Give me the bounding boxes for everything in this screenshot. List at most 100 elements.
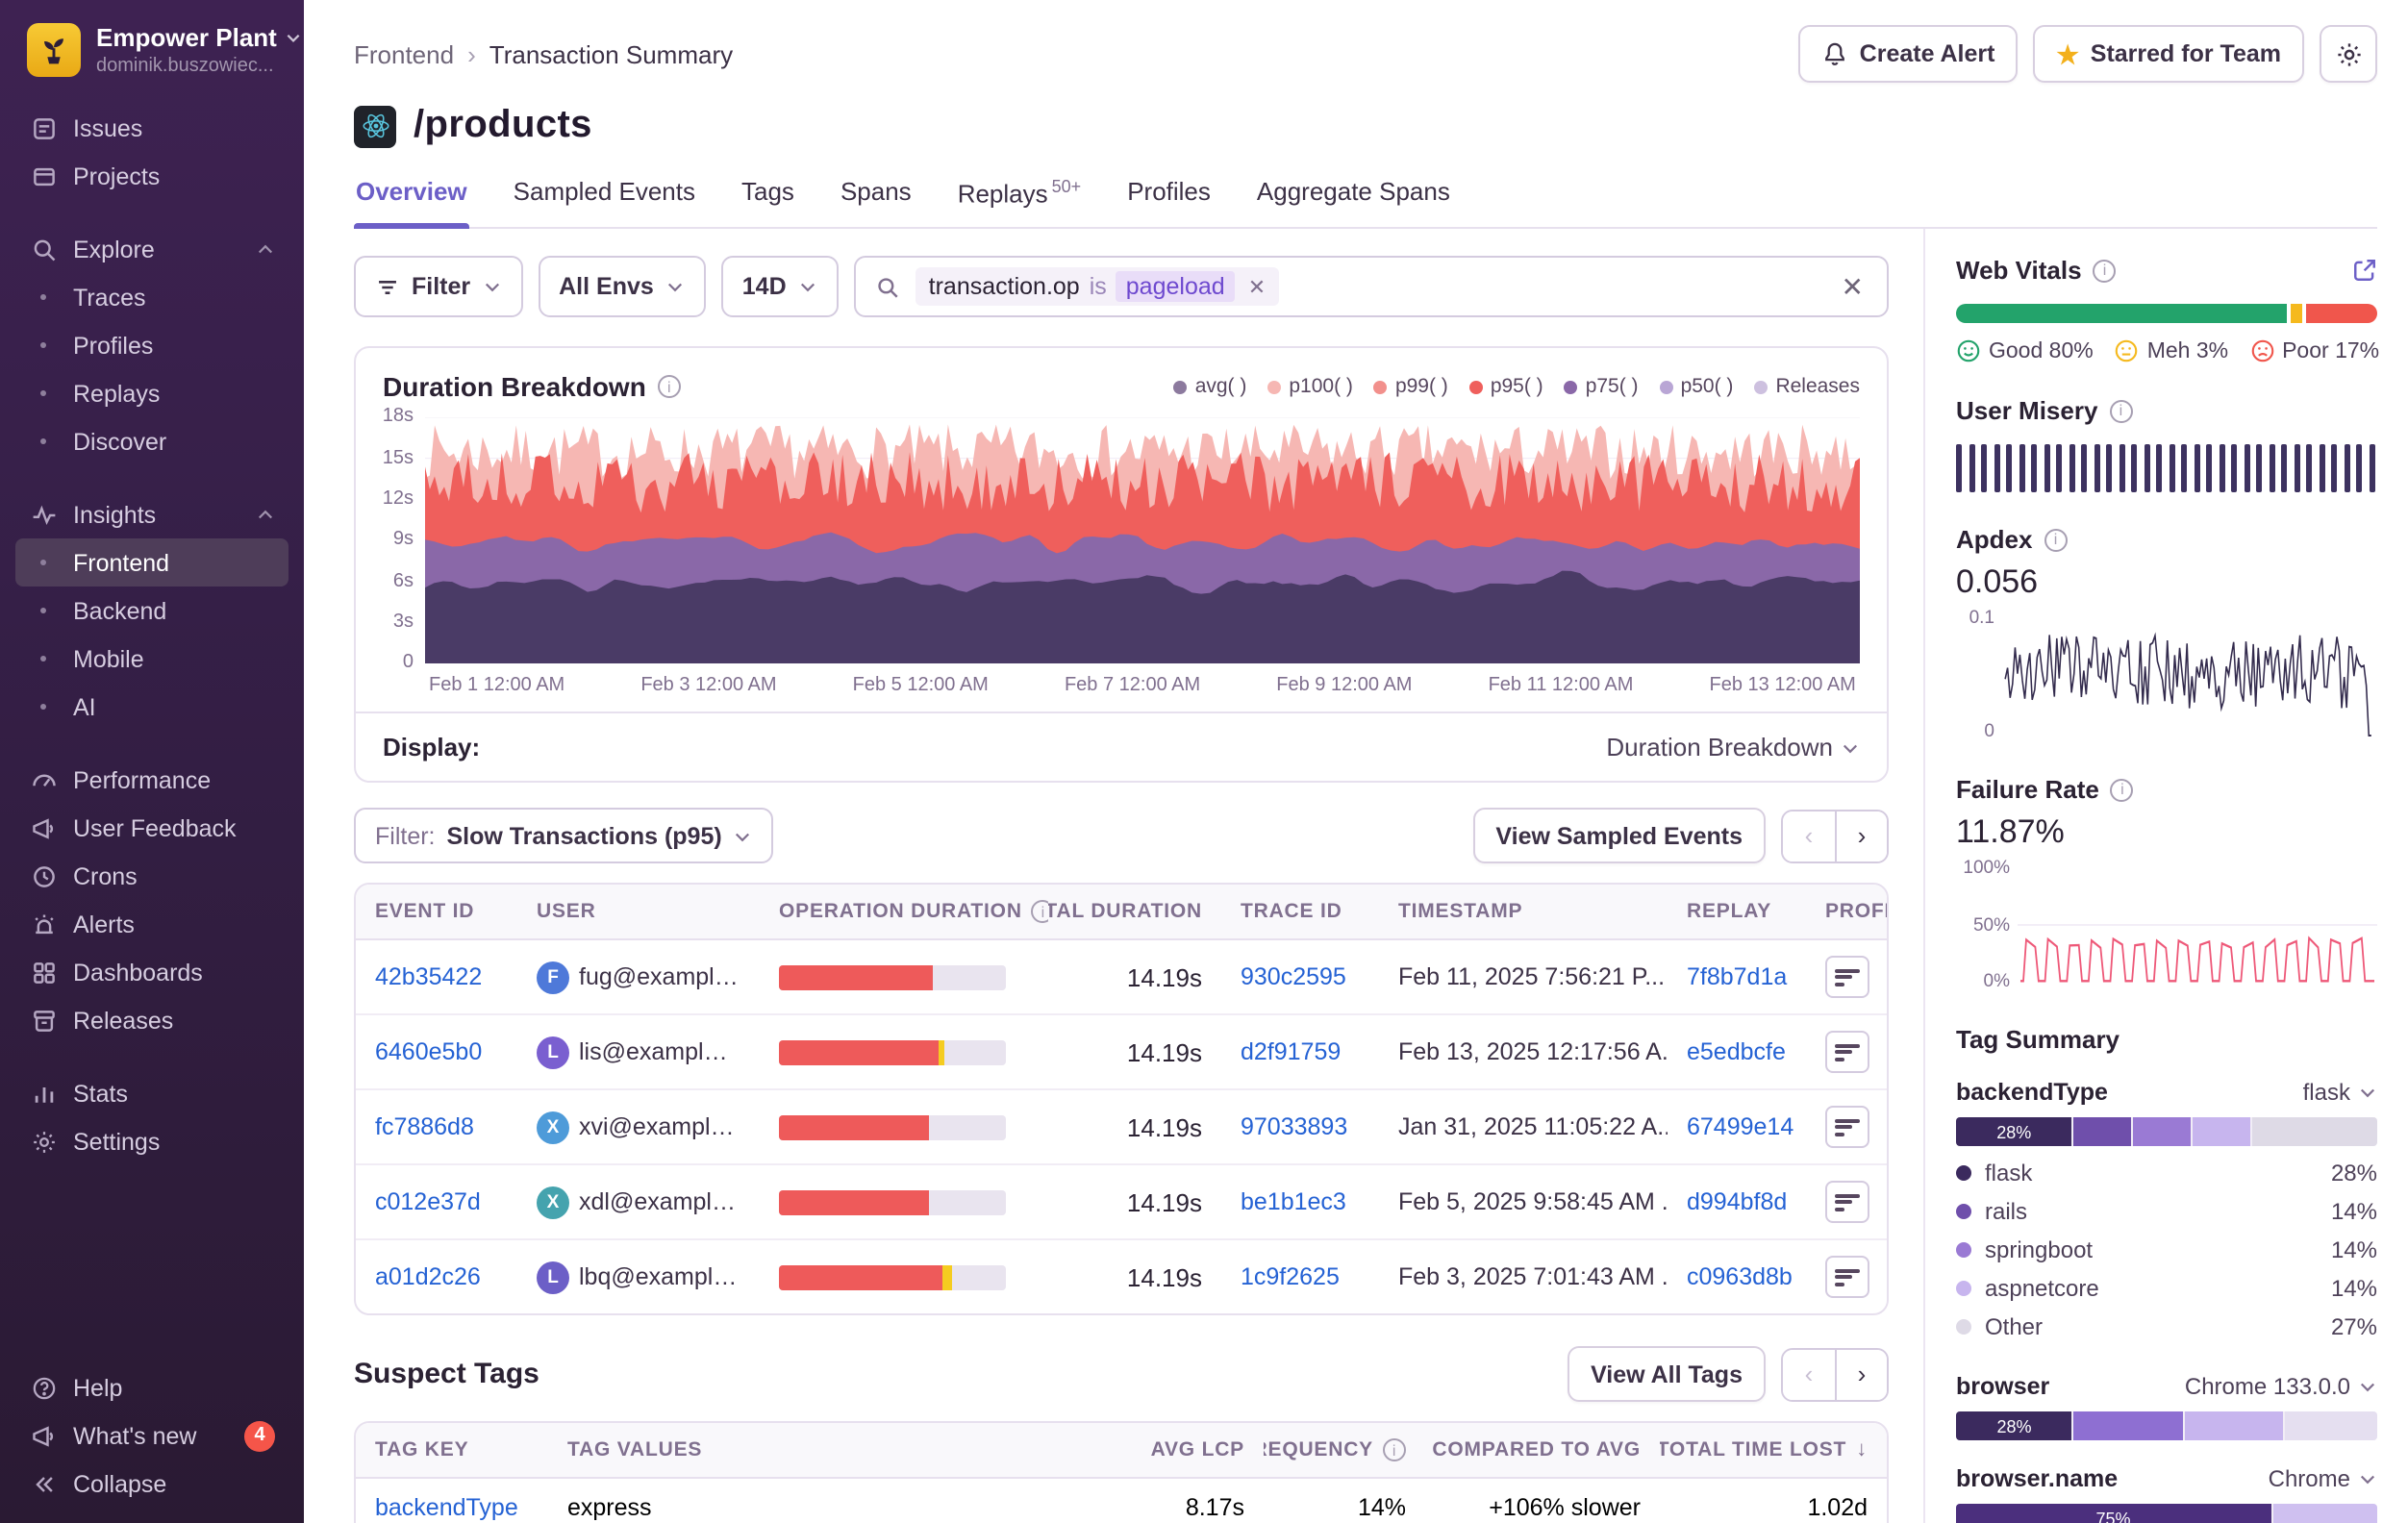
replay-link[interactable]: c0963d8b xyxy=(1687,1264,1793,1291)
tag-distribution-bar[interactable]: 28% xyxy=(1956,1412,2377,1441)
event-id-link[interactable]: a01d2c26 xyxy=(375,1264,481,1291)
legend-item[interactable]: p50( ) xyxy=(1660,376,1734,399)
replay-link[interactable]: d994bf8d xyxy=(1687,1189,1787,1216)
event-id-link[interactable]: 6460e5b0 xyxy=(375,1039,482,1066)
search-input[interactable]: transaction.op is pageload ✕ ✕ xyxy=(854,257,1889,318)
search-token[interactable]: transaction.op is pageload ✕ xyxy=(916,268,1279,307)
info-icon[interactable]: i xyxy=(1383,1439,1406,1462)
tag-distribution-bar[interactable]: 75% xyxy=(1956,1505,2377,1523)
info-icon[interactable]: i xyxy=(2094,260,2117,283)
sidebar-item-ai[interactable]: AI xyxy=(15,683,288,731)
sidebar-item-crons[interactable]: Crons xyxy=(15,852,288,900)
pager-next-button[interactable]: › xyxy=(1835,811,1887,861)
settings-button[interactable] xyxy=(2320,25,2377,83)
sidebar-item-whats-new[interactable]: What's new4 xyxy=(15,1411,288,1460)
info-icon[interactable]: i xyxy=(1032,901,1048,924)
profile-button[interactable] xyxy=(1825,1032,1869,1074)
main-content: Filter All Envs 14D transaction.op is pa… xyxy=(304,230,1923,1523)
sidebar-item-issues[interactable]: Issues xyxy=(15,104,288,152)
view-all-tags-button[interactable]: View All Tags xyxy=(1568,1347,1766,1403)
sidebar-group-explore[interactable]: Explore xyxy=(15,225,288,273)
date-range-selector[interactable]: 14D xyxy=(721,257,839,318)
sidebar-item-settings[interactable]: Settings xyxy=(15,1117,288,1165)
filter-button[interactable]: Filter xyxy=(354,257,522,318)
clear-search-icon[interactable]: ✕ xyxy=(1838,271,1868,304)
create-alert-button[interactable]: Create Alert xyxy=(1798,25,2019,83)
sidebar-item-releases[interactable]: Releases xyxy=(15,996,288,1044)
trace-id-link[interactable]: 1c9f2625 xyxy=(1241,1264,1340,1291)
legend-item[interactable]: Releases xyxy=(1754,376,1860,399)
trace-id-link[interactable]: be1b1ec3 xyxy=(1241,1189,1346,1216)
profile-button[interactable] xyxy=(1825,1182,1869,1224)
replay-link[interactable]: 7f8b7d1a xyxy=(1687,964,1787,991)
sidebar-item-stats[interactable]: Stats xyxy=(15,1069,288,1117)
tag-distribution-bar[interactable]: 28% xyxy=(1956,1118,2377,1147)
info-icon[interactable]: i xyxy=(2111,779,2134,802)
sidebar-collapse-button[interactable]: Collapse xyxy=(15,1460,288,1508)
tab-profiles[interactable]: Profiles xyxy=(1125,173,1213,228)
display-selector[interactable]: Duration Breakdown xyxy=(1606,734,1860,762)
event-id-link[interactable]: 42b35422 xyxy=(375,964,482,991)
legend-item[interactable]: p95( ) xyxy=(1469,376,1543,399)
sidebar-group-insights[interactable]: Insights xyxy=(15,490,288,538)
sidebar-item-replays[interactable]: Replays xyxy=(15,369,288,417)
legend-item[interactable]: p75( ) xyxy=(1565,376,1639,399)
sidebar-item-discover[interactable]: Discover xyxy=(15,417,288,465)
tag-key-link[interactable]: backendType xyxy=(375,1495,518,1522)
sidebar-item-mobile[interactable]: Mobile xyxy=(15,635,288,683)
transaction-filter-selector[interactable]: Filter:Slow Transactions (p95) xyxy=(354,809,774,864)
open-in-new-icon[interactable] xyxy=(2352,259,2377,284)
trace-id-link[interactable]: 930c2595 xyxy=(1241,964,1346,991)
breadcrumb: Frontend › Transaction Summary xyxy=(354,39,733,68)
sidebar-item-profiles[interactable]: Profiles xyxy=(15,321,288,369)
legend-item[interactable]: avg( ) xyxy=(1174,376,1247,399)
tab-spans[interactable]: Spans xyxy=(839,173,914,228)
starred-for-team-button[interactable]: ★Starred for Team xyxy=(2033,25,2304,83)
sidebar-item-alerts[interactable]: Alerts xyxy=(15,900,288,948)
profile-button[interactable] xyxy=(1825,1107,1869,1149)
pager-next-button[interactable]: › xyxy=(1835,1350,1887,1400)
duration-breakdown-chart[interactable] xyxy=(425,418,1860,664)
sidebar-item-traces[interactable]: Traces xyxy=(15,273,288,321)
tab-aggregate-spans[interactable]: Aggregate Spans xyxy=(1255,173,1452,228)
sidebar-item-projects[interactable]: Projects xyxy=(15,152,288,200)
tag-value-selector[interactable]: Chrome xyxy=(2269,1466,2377,1493)
profile-button[interactable] xyxy=(1825,957,1869,999)
sidebar-item-dashboards[interactable]: Dashboards xyxy=(15,948,288,996)
sidebar-item-user-feedback[interactable]: User Feedback xyxy=(15,804,288,852)
sidebar-item-frontend[interactable]: Frontend xyxy=(15,538,288,587)
info-icon[interactable]: i xyxy=(2109,400,2132,423)
tag-value-selector[interactable]: Chrome 133.0.0 xyxy=(2185,1374,2377,1401)
info-icon[interactable]: i xyxy=(658,376,681,399)
breadcrumb-frontend[interactable]: Frontend xyxy=(354,39,454,68)
sort-desc-icon[interactable]: ↓ xyxy=(1856,1439,1868,1462)
chevron-up-icon xyxy=(256,239,275,259)
info-icon[interactable]: i xyxy=(2044,529,2067,552)
tab-sampled-events[interactable]: Sampled Events xyxy=(512,173,697,228)
tab-overview[interactable]: Overview xyxy=(354,173,469,228)
trace-id-link[interactable]: 97033893 xyxy=(1241,1114,1347,1141)
remove-token-icon[interactable]: ✕ xyxy=(1235,275,1279,300)
breadcrumb-current: Transaction Summary xyxy=(489,39,733,68)
pager-prev-button[interactable]: ‹ xyxy=(1783,811,1835,861)
table-row: a01d2c26 Llbq@example.c... 14.19s 1c9f26… xyxy=(356,1239,1887,1314)
event-id-link[interactable]: fc7886d8 xyxy=(375,1114,474,1141)
event-id-link[interactable]: c012e37d xyxy=(375,1189,481,1216)
trace-id-link[interactable]: d2f91759 xyxy=(1241,1039,1341,1066)
sidebar-item-help[interactable]: Help xyxy=(15,1363,288,1411)
replay-link[interactable]: e5edbcfe xyxy=(1687,1039,1786,1066)
legend-item[interactable]: p100( ) xyxy=(1267,376,1353,399)
tab-replays[interactable]: Replays50+ xyxy=(956,173,1084,228)
pager-prev-button[interactable]: ‹ xyxy=(1783,1350,1835,1400)
legend-item[interactable]: p99( ) xyxy=(1374,376,1448,399)
replay-link[interactable]: 67499e14 xyxy=(1687,1114,1793,1141)
view-sampled-events-button[interactable]: View Sampled Events xyxy=(1472,809,1766,864)
sidebar-item-backend[interactable]: Backend xyxy=(15,587,288,635)
tag-value-selector[interactable]: flask xyxy=(2303,1080,2377,1107)
sidebar-item-performance[interactable]: Performance xyxy=(15,756,288,804)
environment-selector[interactable]: All Envs xyxy=(538,257,706,318)
bullet-icon xyxy=(29,704,58,710)
tab-tags[interactable]: Tags xyxy=(740,173,796,228)
profile-button[interactable] xyxy=(1825,1257,1869,1299)
org-switcher[interactable]: Empower Plant dominik.buszowiec... xyxy=(15,19,288,77)
